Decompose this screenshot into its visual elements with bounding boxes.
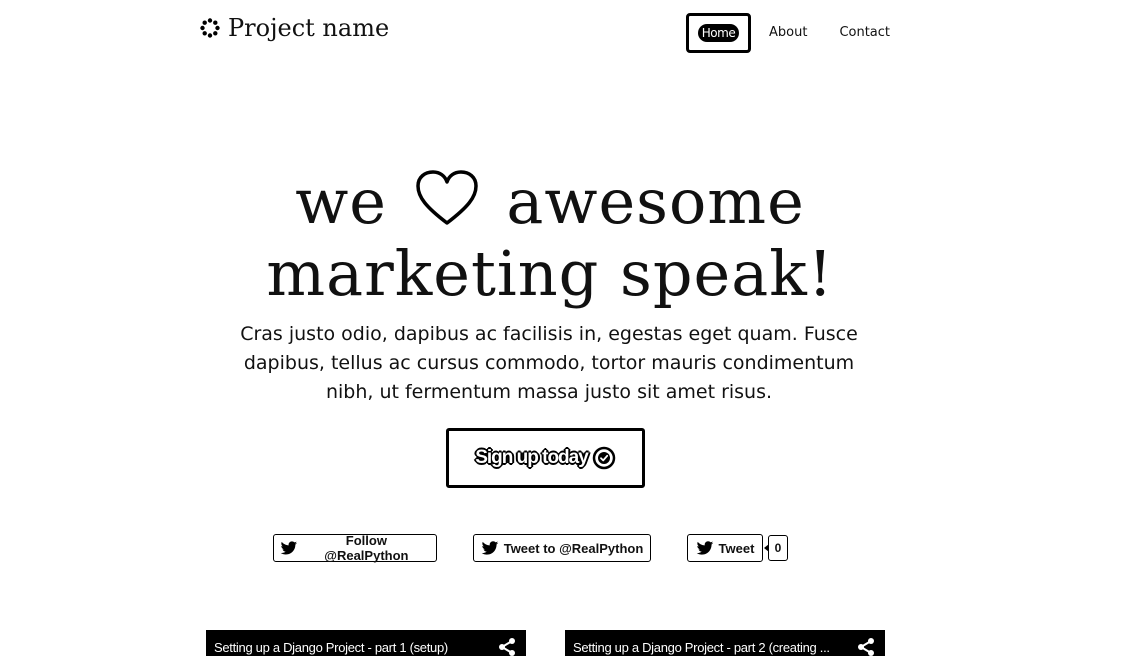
- hero-title-line-1: we awesome: [0, 166, 1100, 238]
- tweet-to-label: Tweet to @RealPython: [503, 540, 644, 556]
- nav-item-home-label: Home: [697, 24, 740, 42]
- video-embed-1[interactable]: Setting up a Django Project - part 1 (se…: [206, 630, 526, 656]
- heart-icon: [415, 170, 478, 225]
- twitter-bird-icon: [280, 540, 298, 554]
- hero-title-awesome: awesome: [506, 165, 805, 238]
- signup-button-label: Sign up today: [475, 447, 589, 468]
- spinner-icon: [200, 18, 220, 38]
- hero-lead-text: Cras justo odio, dapibus ac facilisis in…: [240, 323, 858, 403]
- check-circle-icon: [592, 446, 616, 470]
- twitter-bird-icon: [481, 540, 498, 555]
- hero-title: we awesome marketing speak!: [0, 166, 1100, 310]
- twitter-follow-button[interactable]: Follow @RealPython: [273, 533, 437, 563]
- video-title-bar: Setting up a Django Project - part 2 (cr…: [568, 633, 882, 656]
- video-title[interactable]: Setting up a Django Project - part 1 (se…: [214, 640, 448, 655]
- brand-link[interactable]: Project name: [200, 12, 389, 44]
- hero-title-we: we: [295, 165, 387, 238]
- hero-title-line-2: marketing speak!: [266, 237, 834, 310]
- tweet-count-badge: 0: [764, 535, 788, 561]
- video-embed-2[interactable]: Setting up a Django Project - part 2 (cr…: [565, 630, 885, 656]
- tweet-label: Tweet: [718, 540, 755, 556]
- video-title-bar: Setting up a Django Project - part 1 (se…: [209, 633, 523, 656]
- nav-item-contact[interactable]: Contact: [839, 25, 890, 41]
- twitter-bird-icon: [696, 540, 713, 555]
- share-icon[interactable]: [497, 637, 517, 656]
- twitter-follow-label: Follow @RealPython: [324, 533, 409, 563]
- brand-name: Project name: [228, 14, 390, 42]
- main-nav: Home About Contact: [686, 13, 890, 53]
- signup-button[interactable]: Sign up today: [446, 428, 645, 488]
- tweet-to-button[interactable]: Tweet to @RealPython: [473, 534, 651, 562]
- nav-item-about[interactable]: About: [769, 25, 807, 41]
- nav-item-home[interactable]: Home: [686, 13, 751, 53]
- share-icon[interactable]: [856, 637, 876, 656]
- tweet-button[interactable]: Tweet: [687, 534, 763, 562]
- video-title[interactable]: Setting up a Django Project - part 2 (cr…: [573, 640, 830, 655]
